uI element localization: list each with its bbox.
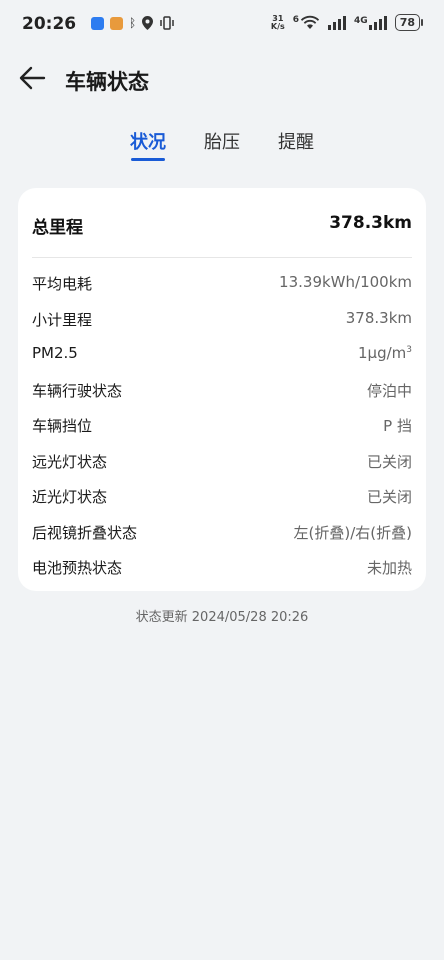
app-badge-orange-icon [110,16,123,30]
row-value: 停泊中 [366,381,412,400]
active-tab-indicator [131,158,165,161]
row-value: 13.39kWh/100km [279,273,412,291]
row-value: 已关闭 [366,452,412,471]
battery-icon: 78 [394,14,424,31]
status-list: 平均电耗 13.39kWh/100km 小计里程 378.3km PM2.5 1… [32,270,412,590]
status-bar: 20:26 ᛒ 31 K/s 6 4G 78 [0,0,444,50]
tab-bar: 状况 胎压 提醒 [0,128,444,164]
row-value: 左(折叠)/右(折叠) [293,523,412,542]
signal-icon [328,15,347,30]
status-left-icons: ᛒ [91,16,175,30]
row-value: 378.3km [345,308,412,327]
status-time: 20:26 [22,14,77,34]
row-driving-state: 车辆行驶状态 停泊中 [32,377,412,413]
wifi-icon [300,15,320,29]
row-value: P 挡 [383,417,412,435]
signal-icon-2 [368,15,387,30]
location-icon [142,16,154,30]
row-avg-consumption: 平均电耗 13.39kWh/100km [32,270,412,306]
row-label: 平均电耗 [32,275,93,293]
bluetooth-icon: ᛒ [129,16,137,30]
row-label: 远光灯状态 [32,452,108,471]
row-mirror-fold: 后视镜折叠状态 左(折叠)/右(折叠) [32,519,412,555]
cell-indicator: 4G [354,15,387,30]
status-right-icons: 31 K/s 6 4G 78 [270,13,424,31]
row-pm25: PM2.5 1μg/m3 [32,341,412,377]
app-header: 车辆状态 [0,56,444,100]
row-label: 车辆挡位 [32,417,93,435]
total-mileage-value: 378.3km [329,213,412,233]
app-badge-blue-icon [91,16,104,30]
row-value: 1μg/m3 [357,344,412,362]
page-title: 车辆状态 [65,70,149,94]
row-label: 小计里程 [32,310,93,329]
back-arrow-icon[interactable] [18,66,46,90]
row-label: PM2.5 [32,344,78,362]
row-value: 未加热 [366,559,412,577]
row-low-beam: 近光灯状态 已关闭 [32,483,412,519]
row-high-beam: 远光灯状态 已关闭 [32,448,412,484]
row-label: 后视镜折叠状态 [32,523,138,542]
net-speed: 31 K/s [270,13,285,31]
row-value: 已关闭 [366,488,412,506]
row-trip-mileage: 小计里程 378.3km [32,306,412,342]
row-gear: 车辆挡位 P 挡 [32,412,412,448]
total-mileage-label: 总里程 [32,218,83,238]
wifi-badge: 6 [292,15,300,25]
tab-tire-pressure[interactable]: 胎压 [204,128,240,154]
row-battery-preheat: 电池预热状态 未加热 [32,554,412,590]
vibrate-icon [160,16,174,30]
row-label: 近光灯状态 [32,488,108,506]
wifi-indicator: 6 [293,15,320,30]
update-timestamp: 状态更新 2024/05/28 20:26 [135,610,309,625]
row-label: 车辆行驶状态 [32,381,123,400]
divider [32,257,412,258]
total-mileage-row: 总里程 378.3km [32,213,412,239]
row-label: 电池预热状态 [32,559,123,577]
tab-reminders[interactable]: 提醒 [278,128,314,154]
cell-type: 4G [354,15,368,26]
vehicle-status-card: 总里程 378.3km 平均电耗 13.39kWh/100km 小计里程 378… [18,188,426,591]
tab-status[interactable]: 状况 [130,128,166,154]
